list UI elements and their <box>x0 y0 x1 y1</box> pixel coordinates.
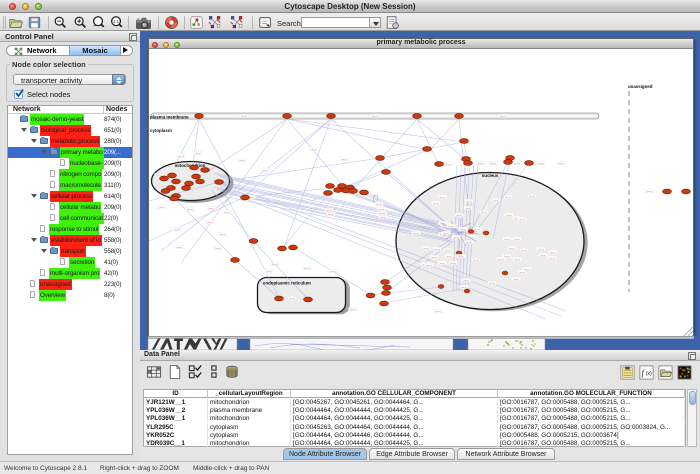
svg-text:[xx:x]: [xx:x] <box>539 249 544 251</box>
svg-text:endoplasmic reticulum: endoplasmic reticulum <box>263 281 311 286</box>
svg-text:[xx:x]: [xx:x] <box>505 256 510 258</box>
svg-text:[xx:x]: [xx:x] <box>329 214 334 216</box>
svg-text:[xx:x]: [xx:x] <box>515 163 520 165</box>
svg-text:[xx:x]: [xx:x] <box>216 248 221 250</box>
svg-text:[xx:x]: [xx:x] <box>466 208 471 210</box>
svg-text:[xx:x]: [xx:x] <box>451 263 456 265</box>
svg-text:[xx:x]: [xx:x] <box>550 258 555 260</box>
svg-text:[xx:x]: [xx:x] <box>515 259 520 261</box>
svg-text:[xx:x]: [xx:x] <box>242 116 247 118</box>
svg-text:[xx:x]: [xx:x] <box>379 209 384 211</box>
svg-text:[xx:x]: [xx:x] <box>462 287 467 289</box>
svg-text:[xx:x]: [xx:x] <box>436 311 441 313</box>
svg-text:[xx:x]: [xx:x] <box>499 259 504 261</box>
svg-text:[xx:x]: [xx:x] <box>530 196 535 198</box>
svg-text:[xx:x]: [xx:x] <box>446 164 451 166</box>
svg-text:[xx:x]: [xx:x] <box>440 263 445 265</box>
svg-text:cytoplasm: cytoplasm <box>150 128 172 133</box>
svg-text:[xx:x]: [xx:x] <box>208 222 213 224</box>
svg-text:[xx:x]: [xx:x] <box>467 242 472 244</box>
svg-text:[xx:x]: [xx:x] <box>520 272 525 274</box>
svg-text:[xx:x]: [xx:x] <box>446 250 451 252</box>
svg-text:[xx:x]: [xx:x] <box>240 160 245 162</box>
svg-text:[xx:x]: [xx:x] <box>188 209 193 211</box>
svg-text:nucleus: nucleus <box>482 173 499 178</box>
svg-text:[xx:x]: [xx:x] <box>474 260 479 262</box>
svg-text:[xx:x]: [xx:x] <box>514 279 519 281</box>
svg-text:[xx:x]: [xx:x] <box>290 298 295 300</box>
svg-text:[xx:x]: [xx:x] <box>196 153 201 155</box>
svg-text:[xx:x]: [xx:x] <box>539 163 544 165</box>
svg-text:[xx:x]: [xx:x] <box>491 163 496 165</box>
svg-text:[xx:x]: [xx:x] <box>559 163 564 165</box>
svg-text:[xx:x]: [xx:x] <box>647 191 652 193</box>
svg-text:[xx:x]: [xx:x] <box>179 156 184 158</box>
svg-text:[xx:x]: [xx:x] <box>479 163 484 165</box>
svg-text:[xx:x]: [xx:x] <box>209 208 214 210</box>
svg-text:[xx:x]: [xx:x] <box>175 229 180 231</box>
svg-text:[xx:x]: [xx:x] <box>160 207 165 209</box>
svg-text:[xx:x]: [xx:x] <box>507 215 512 217</box>
svg-text:[xx:x]: [xx:x] <box>221 234 226 236</box>
svg-text:plasma membrane: plasma membrane <box>150 115 189 120</box>
svg-text:[xx:x]: [xx:x] <box>457 215 462 217</box>
svg-text:[xx:x]: [xx:x] <box>447 256 452 258</box>
svg-text:[xx:x]: [xx:x] <box>434 203 439 205</box>
svg-text:[xx:x]: [xx:x] <box>515 239 520 241</box>
svg-text:[xx:x]: [xx:x] <box>440 197 445 199</box>
svg-text:[xx:x]: [xx:x] <box>263 170 268 172</box>
svg-text:[xx:x]: [xx:x] <box>424 248 429 250</box>
svg-text:[xx:x]: [xx:x] <box>522 250 527 252</box>
svg-text:1:1: 1:1 <box>113 19 120 24</box>
svg-text:[xx:x]: [xx:x] <box>414 233 419 235</box>
svg-text:[xx:x]: [xx:x] <box>342 159 347 161</box>
svg-text:[xx:x]: [xx:x] <box>454 237 459 239</box>
svg-text:[xx:x]: [xx:x] <box>505 239 510 241</box>
svg-text:[xx:x]: [xx:x] <box>506 197 511 199</box>
svg-text:[xx:x]: [xx:x] <box>464 280 469 282</box>
svg-text:[xx:x]: [xx:x] <box>435 249 440 251</box>
svg-text:[xx:x]: [xx:x] <box>380 213 385 215</box>
svg-text:[xx:x]: [xx:x] <box>449 226 454 228</box>
svg-text:[xx:x]: [xx:x] <box>273 264 278 266</box>
svg-text:[xx:x]: [xx:x] <box>482 212 487 214</box>
svg-text:[xx:x]: [xx:x] <box>225 212 230 214</box>
svg-text:(x): (x) <box>646 371 652 377</box>
svg-text:[xx:x]: [xx:x] <box>331 271 336 273</box>
svg-text:[xx:x]: [xx:x] <box>312 149 317 151</box>
svg-text:[xx:x]: [xx:x] <box>373 116 378 118</box>
svg-text:[xx:x]: [xx:x] <box>177 247 182 249</box>
svg-text:[xx:x]: [xx:x] <box>377 204 382 206</box>
svg-text:[xx:x]: [xx:x] <box>267 271 272 273</box>
svg-text:[xx:x]: [xx:x] <box>461 229 466 231</box>
svg-text:[xx:x]: [xx:x] <box>444 233 449 235</box>
svg-text:[xx:x]: [xx:x] <box>475 229 480 231</box>
svg-text:[xx:x]: [xx:x] <box>510 248 515 250</box>
svg-text:[xx:x]: [xx:x] <box>541 255 546 257</box>
svg-text:[xx:x]: [xx:x] <box>467 201 472 203</box>
svg-text:[xx:x]: [xx:x] <box>501 116 506 118</box>
svg-text:[xx:x]: [xx:x] <box>494 200 499 202</box>
svg-text:[xx:x]: [xx:x] <box>432 257 437 259</box>
svg-text:[xx:x]: [xx:x] <box>381 217 386 219</box>
svg-text:[xx:x]: [xx:x] <box>305 268 310 270</box>
svg-text:[xx:x]: [xx:x] <box>351 309 356 311</box>
svg-text:[xx:x]: [xx:x] <box>427 265 432 267</box>
svg-text:[xx:x]: [xx:x] <box>520 219 525 221</box>
svg-text:[xx:x]: [xx:x] <box>327 210 332 212</box>
svg-text:[xx:x]: [xx:x] <box>490 283 495 285</box>
svg-text:[xx:x]: [xx:x] <box>459 256 464 258</box>
svg-text:[xx:x]: [xx:x] <box>551 252 556 254</box>
svg-text:unassigned: unassigned <box>628 84 653 89</box>
